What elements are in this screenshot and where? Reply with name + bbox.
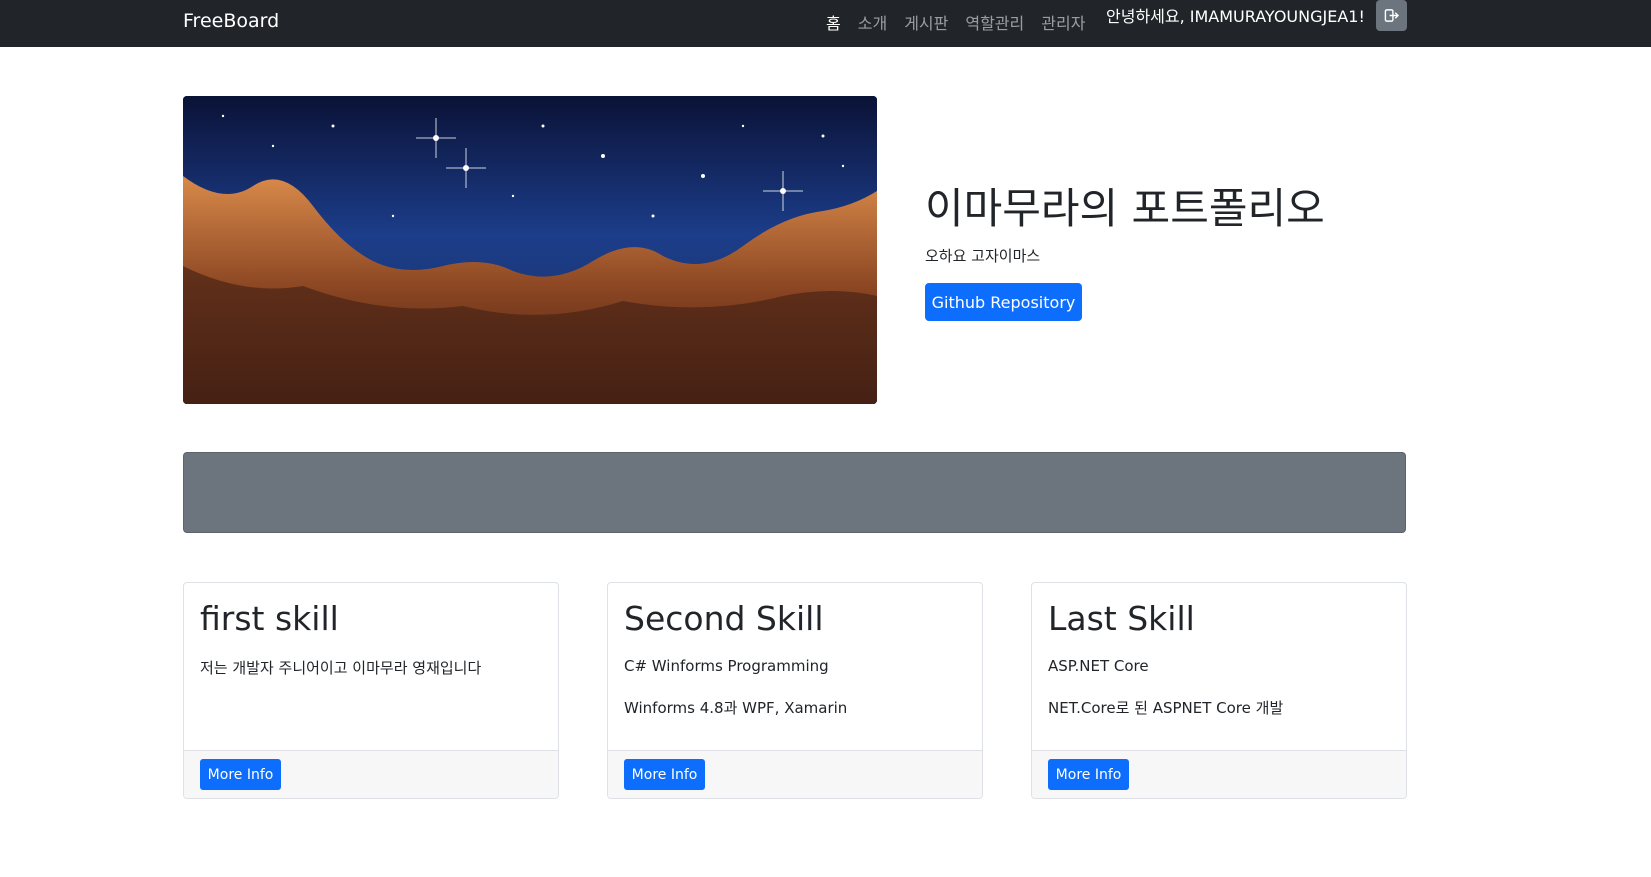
nav-link-home[interactable]: 홈 bbox=[826, 10, 841, 34]
gray-banner bbox=[183, 452, 1406, 533]
more-info-button[interactable]: More Info bbox=[624, 759, 705, 790]
nav-link-about[interactable]: 소개 bbox=[858, 10, 887, 34]
nav-link-board[interactable]: 게시판 bbox=[904, 10, 948, 34]
logout-button[interactable] bbox=[1376, 0, 1407, 31]
nebula-image bbox=[183, 96, 877, 404]
user-greeting: 안녕하세요, IMAMURAYOUNGJEA1! bbox=[1106, 7, 1365, 26]
nav-links: 홈 소개 게시판 역할관리 관리자 bbox=[826, 10, 1085, 34]
github-repository-button[interactable]: Github Repository bbox=[925, 283, 1082, 321]
card-text-secondary: NET.Core로 된 ASPNET Core 개발 bbox=[1048, 699, 1284, 717]
card-text: 저는 개발자 주니어이고 이마무라 영재입니다 bbox=[200, 659, 482, 677]
nav-link-admin[interactable]: 관리자 bbox=[1041, 10, 1085, 34]
more-info-button[interactable]: More Info bbox=[1048, 759, 1129, 790]
nav-link-roles[interactable]: 역할관리 bbox=[965, 10, 1024, 34]
skill-card-last: Last Skill ASP.NET Core NET.Core로 된 ASPN… bbox=[1031, 582, 1407, 799]
skill-card-first: first skill 저는 개발자 주니어이고 이마무라 영재입니다 More… bbox=[183, 582, 559, 799]
hero-title: 이마무라의 포트폴리오 bbox=[925, 184, 1325, 233]
logout-icon bbox=[1384, 9, 1399, 22]
hero-subtitle: 오하요 고자이마스 bbox=[925, 247, 1041, 265]
card-title: Last Skill bbox=[1048, 599, 1195, 638]
card-footer: More Info bbox=[1032, 750, 1406, 798]
card-text-secondary: Winforms 4.8과 WPF, Xamarin bbox=[624, 699, 848, 717]
card-footer: More Info bbox=[184, 750, 558, 798]
card-text: ASP.NET Core bbox=[1048, 657, 1149, 675]
card-footer: More Info bbox=[608, 750, 982, 798]
brand-logo[interactable]: FreeBoard bbox=[183, 10, 279, 32]
card-title: first skill bbox=[200, 599, 339, 638]
card-text: C# Winforms Programming bbox=[624, 657, 829, 675]
skill-card-second: Second Skill C# Winforms Programming Win… bbox=[607, 582, 983, 799]
top-navbar: FreeBoard 홈 소개 게시판 역할관리 관리자 안녕하세요, IMAMU… bbox=[0, 0, 1651, 47]
card-title: Second Skill bbox=[624, 599, 824, 638]
more-info-button[interactable]: More Info bbox=[200, 759, 281, 790]
